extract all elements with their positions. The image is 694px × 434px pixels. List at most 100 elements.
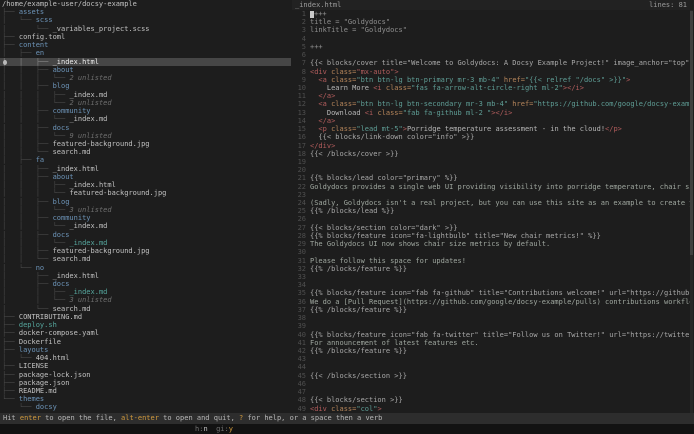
tree-row[interactable]: ├── package-lock.json — [0, 371, 291, 379]
preview-line: 14 </a> — [292, 117, 690, 125]
preview-line: 9 <a class="btn btn-lg btn-primary mr-3 … — [292, 76, 690, 84]
tree-item-label: config.toml — [19, 33, 65, 41]
code-span: "btn btn-lg btn-primary mr-3 mb-4" — [356, 76, 499, 84]
tree-row[interactable]: │ │ │ └── _index.md — [0, 115, 291, 123]
code-span: {{< blocks/link-down color="info" >}} — [310, 133, 474, 141]
tree-row[interactable]: │ └── 404.html — [0, 354, 291, 362]
line-content: {{% blocks/feature icon="fa-lightbulb" t… — [310, 232, 601, 240]
tree-row[interactable]: │ │ ├── about — [0, 66, 291, 74]
code-span: <div — [310, 68, 331, 76]
tree-row[interactable]: │ ├── _index.html — [0, 272, 291, 280]
tree-row[interactable]: │ │ │ └── 2 unlisted — [0, 74, 291, 82]
tree-row[interactable]: │ │ ├── blog — [0, 82, 291, 90]
tree-row[interactable]: ├── README.md — [0, 387, 291, 395]
tree-row[interactable]: │ ├── fa — [0, 156, 291, 164]
tree-row[interactable]: ├── content — [0, 41, 291, 49]
code-span: </p> — [605, 125, 622, 133]
tree-row[interactable]: └── themes — [0, 395, 291, 403]
code-span: {{< blocks/section color="dark" >}} — [310, 224, 458, 232]
preview-line: 44 — [292, 363, 690, 371]
preview-line: 4 — [292, 35, 690, 43]
tree-row[interactable]: │ │ ├── docs — [0, 231, 291, 239]
tree-row[interactable]: │ │ └── search.md — [0, 255, 291, 263]
line-content: linkTitle = "Goldydocs" — [310, 26, 407, 34]
toggle-flags[interactable]: h:n gi:y — [195, 424, 233, 434]
command-input-bar[interactable]: :e h:n gi:y — [0, 424, 694, 434]
tree-row[interactable]: │ │ ├── docs — [0, 124, 291, 132]
flag-label: gi: — [216, 425, 229, 433]
tree-row[interactable]: │ │ │ └── 2 unlisted — [0, 99, 291, 107]
line-number: 20 — [292, 166, 310, 174]
code-span: > — [626, 76, 630, 84]
tree-row[interactable]: │ │ │ └── _index.md — [0, 222, 291, 230]
tree-branch-guides: │ │ │ ├── — [2, 91, 69, 99]
tree-row[interactable]: │ │ ├── _index.md — [0, 288, 291, 296]
line-content: We do a [Pull Request](https://github.co… — [310, 298, 690, 306]
tree-row[interactable]: │ │ ├── community — [0, 214, 291, 222]
code-span: Learn More — [310, 84, 373, 92]
tree-row[interactable]: │ │ │ └── 3 unlisted — [0, 206, 291, 214]
tree-row[interactable]: ├── Dockerfile — [0, 338, 291, 346]
line-number: 14 — [292, 117, 310, 125]
tree-row[interactable]: ├── docker-compose.yaml — [0, 329, 291, 337]
tree-branch-guides: │ │ │ └── — [2, 99, 69, 107]
tree-item-label: scss — [36, 16, 53, 24]
file-tree-pane[interactable]: /home/example-user/docsy-example├── asse… — [0, 0, 291, 413]
tree-row[interactable]: ├── config.toml — [0, 33, 291, 41]
tree-row[interactable]: │ └── search.md — [0, 305, 291, 313]
tree-row[interactable]: │ │ │ ├── _index.html — [0, 181, 291, 189]
tree-branch-guides: │ ├── — [2, 49, 36, 57]
preview-line: 5+++ — [292, 43, 690, 51]
line-number: 26 — [292, 215, 310, 223]
line-number: 19 — [292, 158, 310, 166]
preview-line: 7{{< blocks/cover title="Welcome to Gold… — [292, 59, 690, 67]
tree-item-label: docs — [53, 280, 70, 288]
line-number: 33 — [292, 273, 310, 281]
tree-row[interactable]: ├── layouts — [0, 346, 291, 354]
tree-row[interactable]: ├── assets — [0, 8, 291, 16]
tree-row[interactable]: │ └── _variables_project.scss — [0, 25, 291, 33]
preview-line: 33 — [292, 273, 690, 281]
flag-value[interactable]: y — [229, 425, 233, 433]
preview-line: 30 — [292, 248, 690, 256]
tree-row[interactable]: ├── package.json — [0, 379, 291, 387]
tree-row[interactable]: ├── deploy.sh — [0, 321, 291, 329]
line-number: 7 — [292, 59, 310, 67]
tree-branch-guides: │ │ ├── — [2, 231, 53, 239]
tree-row[interactable]: │ │ ├── blog — [0, 198, 291, 206]
tree-row[interactable]: │ │ │ ├── _index.md — [0, 91, 291, 99]
code-span: > — [377, 405, 381, 413]
tree-row[interactable]: │ ├── en — [0, 49, 291, 57]
tree-row[interactable]: │ │ ├── community — [0, 107, 291, 115]
preview-scrollbar-thumb[interactable] — [690, 11, 693, 255]
code-span: {{% /blocks/feature %}} — [310, 347, 407, 355]
tree-branch-guides: ├── — [2, 371, 19, 379]
tree-row[interactable]: │ │ │ └── featured-background.jpg — [0, 189, 291, 197]
tree-row[interactable]: │ │ ├── featured-background.jpg — [0, 247, 291, 255]
tree-row[interactable]: │ │ ├── about — [0, 173, 291, 181]
line-content: <div class="mx-auto"> — [310, 68, 399, 76]
tree-row[interactable]: │ │ └── 3 unlisted — [0, 296, 291, 304]
tree-row-selected[interactable]: │ │ ├── _index.html — [0, 58, 291, 66]
preview-line: 3linkTitle = "Goldydocs" — [292, 26, 690, 34]
tree-row[interactable]: │ └── no — [0, 264, 291, 272]
preview-scrollbar[interactable] — [690, 10, 693, 413]
code-span: href= — [508, 100, 533, 108]
line-number: 48 — [292, 396, 310, 404]
tree-row[interactable]: │ │ │ └── _index.md — [0, 239, 291, 247]
hint-text: for help, or a space then a verb — [243, 414, 382, 422]
tree-row[interactable]: │ │ ├── _index.html — [0, 165, 291, 173]
tree-row[interactable]: /home/example-user/docsy-example — [0, 0, 291, 8]
tree-row[interactable]: ├── CONTRIBUTING.md — [0, 313, 291, 321]
tree-row[interactable]: │ │ └── search.md — [0, 148, 291, 156]
tree-row[interactable]: └── docsy — [0, 403, 291, 411]
tree-row[interactable]: │ │ ├── featured-background.jpg — [0, 140, 291, 148]
tree-row[interactable]: │ │ │ └── 9 unlisted — [0, 132, 291, 140]
tree-row[interactable]: │ ├── docs — [0, 280, 291, 288]
code-span: The Goldydocs UI now shows chair size me… — [310, 240, 550, 248]
tree-item-label: _index.html — [53, 272, 99, 280]
tree-row[interactable]: │ └── scss — [0, 16, 291, 24]
flag-spacer — [208, 425, 216, 433]
tree-row[interactable]: ├── LICENSE — [0, 362, 291, 370]
code-span: href= — [500, 76, 525, 84]
